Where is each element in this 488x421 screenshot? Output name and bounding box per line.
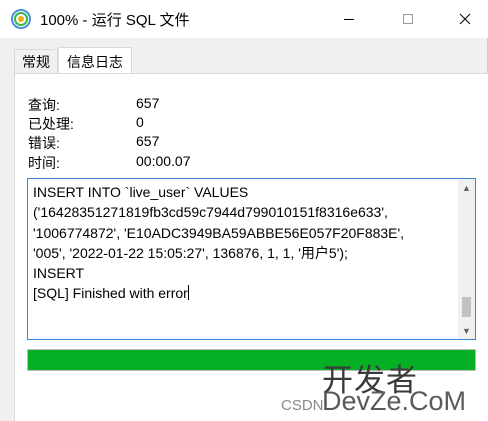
close-button[interactable] xyxy=(442,0,488,38)
maximize-icon xyxy=(403,14,413,24)
stat-label: 已处理: xyxy=(28,116,74,132)
log-line: INSERT INTO `live_user` VALUES xyxy=(33,184,249,200)
title-bar: 100% - 运行 SQL 文件 xyxy=(0,0,488,38)
maximize-button[interactable] xyxy=(385,0,431,38)
run-sql-file-dialog: 100% - 运行 SQL 文件 常规 信息日志 查询: 657 已处理: 0 … xyxy=(0,0,488,421)
log-scrollbar[interactable]: ▲ ▼ xyxy=(458,179,475,339)
tab-info-log[interactable]: 信息日志 xyxy=(58,47,132,74)
stat-value: 0 xyxy=(136,114,144,130)
scroll-thumb[interactable] xyxy=(462,297,471,317)
stat-label: 时间: xyxy=(28,155,60,171)
tab-bar: 常规 信息日志 xyxy=(14,47,132,74)
minimize-button[interactable] xyxy=(326,0,372,38)
tab-general[interactable]: 常规 xyxy=(14,49,58,73)
log-line: ('16428351271819fb3cd59c7944d799010151f8… xyxy=(33,204,388,221)
close-icon xyxy=(459,13,471,25)
log-line: [SQL] Finished with error xyxy=(33,285,188,302)
scroll-down-icon[interactable]: ▼ xyxy=(458,322,475,339)
window-title: 100% - 运行 SQL 文件 xyxy=(40,12,190,29)
log-text: INSERT INTO `live_user` VALUES ('1642835… xyxy=(33,182,453,304)
navicat-icon xyxy=(10,8,32,30)
text-caret xyxy=(187,285,189,301)
log-line: '1006774872', 'E10ADC3949BA59ABBE56E057F… xyxy=(33,224,405,241)
minimize-icon xyxy=(344,18,354,20)
stat-value: 00:00.07 xyxy=(136,153,191,169)
stat-value: 657 xyxy=(136,133,160,149)
stat-label: 查询: xyxy=(28,97,60,113)
stat-label: 错误: xyxy=(28,135,60,151)
scroll-up-icon[interactable]: ▲ xyxy=(458,179,475,196)
stat-value: 657 xyxy=(136,95,160,111)
log-line: INSERT xyxy=(33,265,85,282)
watermark-domain: DevZe.CoM xyxy=(322,386,467,416)
log-line: '005', '2022-01-22 15:05:27', 136876, 1,… xyxy=(33,244,348,261)
log-textarea[interactable]: INSERT INTO `live_user` VALUES ('1642835… xyxy=(27,178,476,340)
watermark-csdn: CSDN xyxy=(281,397,324,414)
